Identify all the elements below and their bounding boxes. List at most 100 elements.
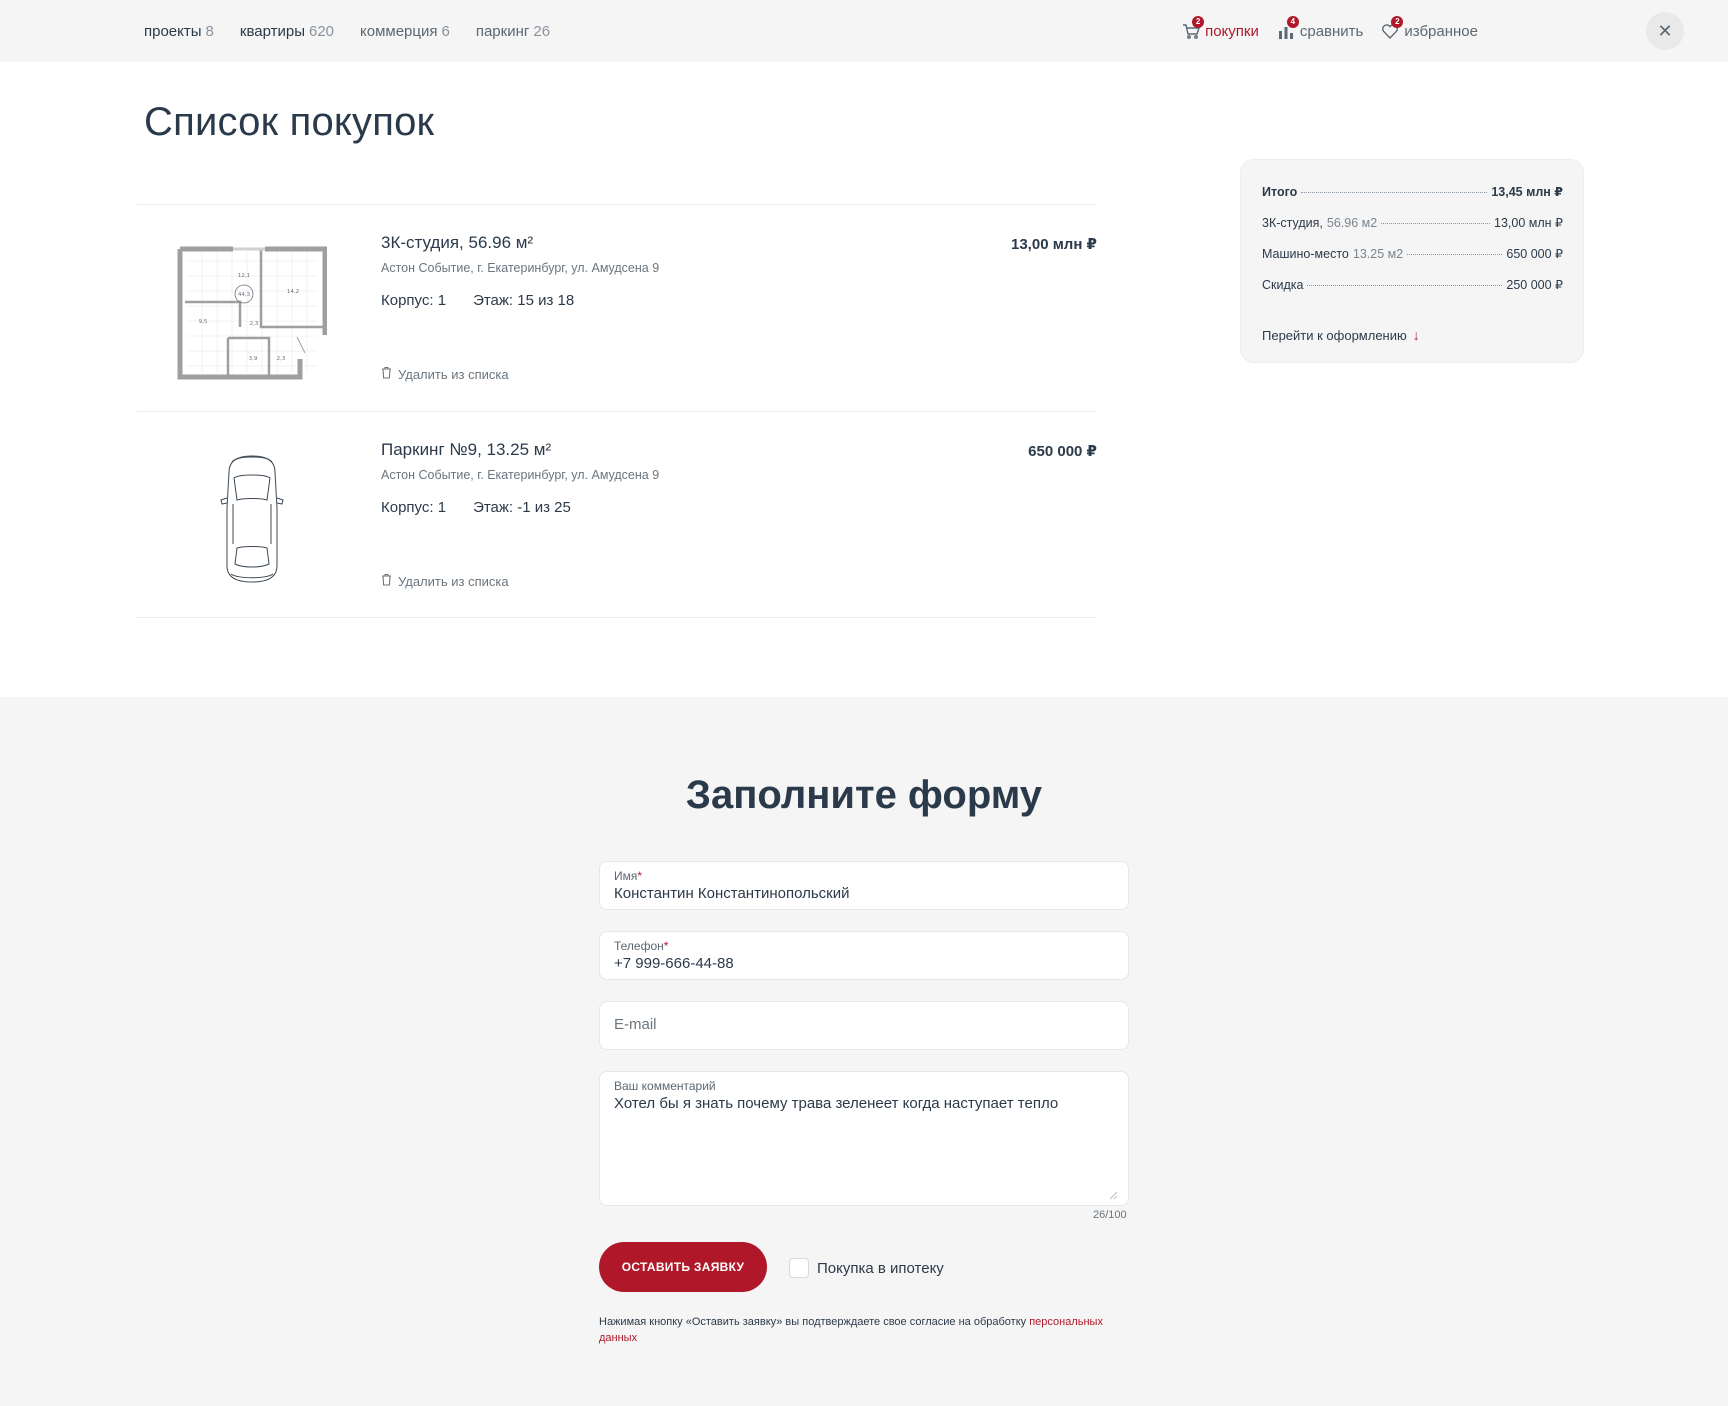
purchases-label: покупки xyxy=(1205,22,1259,40)
cart-icon: 2 xyxy=(1182,16,1205,40)
item-price: 13,00 млн ₽ xyxy=(1011,236,1097,253)
item-title[interactable]: 3К-студия, 56.96 м² xyxy=(381,233,533,253)
tab-label: коммерция xyxy=(360,22,438,40)
compare-label: сравнить xyxy=(1299,22,1364,40)
close-icon: ✕ xyxy=(1657,20,1673,41)
summary-line: Скидка 250 000 ₽ xyxy=(1262,277,1563,292)
summary-line: Машино-место 13.25 м2 650 000 ₽ xyxy=(1262,246,1563,261)
tab-count: 6 xyxy=(441,22,450,40)
summary-line-value: 13,00 млн ₽ xyxy=(1494,216,1563,230)
delete-item-button[interactable]: Удалить из списка xyxy=(381,573,509,589)
request-form-section: Заполните форму Имя* Константин Констант… xyxy=(0,697,1728,1406)
checkout-link[interactable]: Перейти к оформлению ↓ xyxy=(1262,327,1420,343)
item-address: Астон Событие, г. Екатеринбург, ул. Амуд… xyxy=(381,261,660,275)
summary-line-label: 3К-студия, xyxy=(1262,216,1323,230)
name-field[interactable]: Имя* Константин Константинопольский xyxy=(599,861,1129,910)
tab-apartments[interactable]: квартиры 620 xyxy=(240,23,334,40)
item-price: 650 000 ₽ xyxy=(1028,443,1097,460)
dotted-leader xyxy=(1307,285,1503,286)
plan-label: 3,9 xyxy=(249,356,258,362)
name-field-value: Константин Константинопольский xyxy=(614,885,850,902)
comment-field[interactable]: Ваш комментарий Хотел бы я знать почему … xyxy=(599,1071,1129,1206)
favorites-link[interactable]: 2 избранное xyxy=(1381,16,1478,40)
phone-field-label: Телефон* xyxy=(614,939,669,953)
item-building: Корпус: 1 xyxy=(381,292,447,309)
category-tabs: проекты 8 квартиры 620 коммерция 6 парки… xyxy=(144,0,550,62)
purchase-list: 12,1 44,3 14,2 9,5 2,3 3,9 2,3 3К-студия… xyxy=(137,204,1097,618)
item-meta: Корпус: 1 Этаж: -1 из 25 xyxy=(381,499,571,516)
dotted-leader xyxy=(1407,254,1503,255)
consent-text: Нажимая кнопку «Оставить заявку» вы подт… xyxy=(599,1316,1030,1328)
item-title[interactable]: Паркинг №9, 13.25 м² xyxy=(381,440,551,460)
dotted-leader xyxy=(1301,192,1488,193)
plan-label: 12,1 xyxy=(238,273,250,279)
item-meta: Корпус: 1 Этаж: 15 из 18 xyxy=(381,292,574,309)
email-placeholder: E-mail xyxy=(614,1016,657,1033)
summary-line-label: Машино-место xyxy=(1262,247,1349,261)
summary-total: Итого 13,45 млн ₽ xyxy=(1262,184,1563,199)
delete-item-button[interactable]: Удалить из списка xyxy=(381,366,509,382)
summary-line-value: 650 000 ₽ xyxy=(1506,247,1563,261)
dotted-leader xyxy=(1381,223,1491,224)
tab-count: 8 xyxy=(205,22,214,40)
plan-label: 2,3 xyxy=(250,321,259,327)
name-field-label: Имя* xyxy=(614,869,643,883)
comment-field-label: Ваш комментарий xyxy=(614,1079,716,1093)
plan-label: 44,3 xyxy=(238,292,251,298)
tab-commerce[interactable]: коммерция 6 xyxy=(360,23,450,40)
compare-link[interactable]: 4 сравнить xyxy=(1277,16,1364,40)
tab-label: квартиры xyxy=(239,22,305,40)
purchases-badge: 2 xyxy=(1192,16,1205,28)
tab-projects[interactable]: проекты 8 xyxy=(144,23,214,40)
phone-field-value: +7 999-666-44-88 xyxy=(614,955,734,972)
plan-label: 14,2 xyxy=(287,289,299,295)
tab-count: 620 xyxy=(308,22,335,40)
mortgage-label: Покупка в ипотеку xyxy=(817,1259,944,1277)
close-button[interactable]: ✕ xyxy=(1646,12,1684,50)
plan-label: 9,5 xyxy=(199,319,208,325)
resize-handle-icon[interactable] xyxy=(1108,1187,1118,1200)
mortgage-checkbox[interactable]: Покупка в ипотеку xyxy=(789,1258,944,1278)
comment-counter: 26/100 xyxy=(1093,1209,1127,1221)
compare-badge: 4 xyxy=(1286,16,1299,28)
tab-parking[interactable]: паркинг 26 xyxy=(476,23,550,40)
item-building: Корпус: 1 xyxy=(381,499,447,516)
summary-total-value: 13,45 млн ₽ xyxy=(1491,185,1563,199)
phone-field[interactable]: Телефон* +7 999-666-44-88 xyxy=(599,931,1129,980)
purchase-item: Паркинг №9, 13.25 м² Астон Событие, г. Е… xyxy=(137,411,1097,618)
summary-line-label: Скидка xyxy=(1262,278,1304,292)
summary-line-area: 56.96 м2 xyxy=(1326,216,1378,230)
top-bar: проекты 8 квартиры 620 коммерция 6 парки… xyxy=(0,0,1728,62)
delete-label: Удалить из списка xyxy=(398,366,509,382)
checkbox-box[interactable] xyxy=(789,1258,809,1278)
tab-count: 26 xyxy=(533,22,551,40)
item-address: Астон Событие, г. Екатеринбург, ул. Амуд… xyxy=(381,468,660,482)
summary-line: 3К-студия, 56.96 м2 13,00 млн ₽ xyxy=(1262,215,1563,230)
checkout-label: Перейти к оформлению xyxy=(1262,327,1407,343)
item-floor: Этаж: 15 из 18 xyxy=(473,292,575,309)
favorites-label: избранное xyxy=(1404,22,1478,40)
form-title: Заполните форму xyxy=(685,773,1043,817)
compare-icon: 4 xyxy=(1277,16,1299,40)
tab-label: проекты xyxy=(144,22,202,40)
car-image[interactable] xyxy=(177,448,327,588)
summary-total-label: Итого xyxy=(1262,185,1298,199)
heart-icon: 2 xyxy=(1381,16,1404,40)
comment-field-value: Хотел бы я знать почему трава зеленеет к… xyxy=(614,1095,1059,1112)
submit-button[interactable]: ОСТАВИТЬ ЗАЯВКУ xyxy=(599,1242,767,1292)
consent-note: Нажимая кнопку «Оставить заявку» вы подт… xyxy=(599,1314,1119,1346)
purchases-link[interactable]: 2 покупки xyxy=(1182,16,1259,40)
floor-plan-image[interactable]: 12,1 44,3 14,2 9,5 2,3 3,9 2,3 xyxy=(177,241,328,381)
email-field[interactable]: E-mail xyxy=(599,1001,1129,1050)
summary-line-value: 250 000 ₽ xyxy=(1506,278,1563,292)
trash-icon xyxy=(381,366,392,382)
summary-line-area: 13.25 м2 xyxy=(1352,247,1404,261)
header-actions: 2 покупки 4 сравнить 2 избранное xyxy=(1182,0,1478,62)
order-summary: Итого 13,45 млн ₽ 3К-студия, 56.96 м2 13… xyxy=(1240,159,1584,363)
arrow-down-icon: ↓ xyxy=(1412,327,1420,343)
trash-icon xyxy=(381,573,392,589)
item-floor: Этаж: -1 из 25 xyxy=(473,499,571,516)
favorites-badge: 2 xyxy=(1391,16,1404,28)
tab-label: паркинг xyxy=(475,22,530,40)
plan-label: 2,3 xyxy=(277,356,286,362)
